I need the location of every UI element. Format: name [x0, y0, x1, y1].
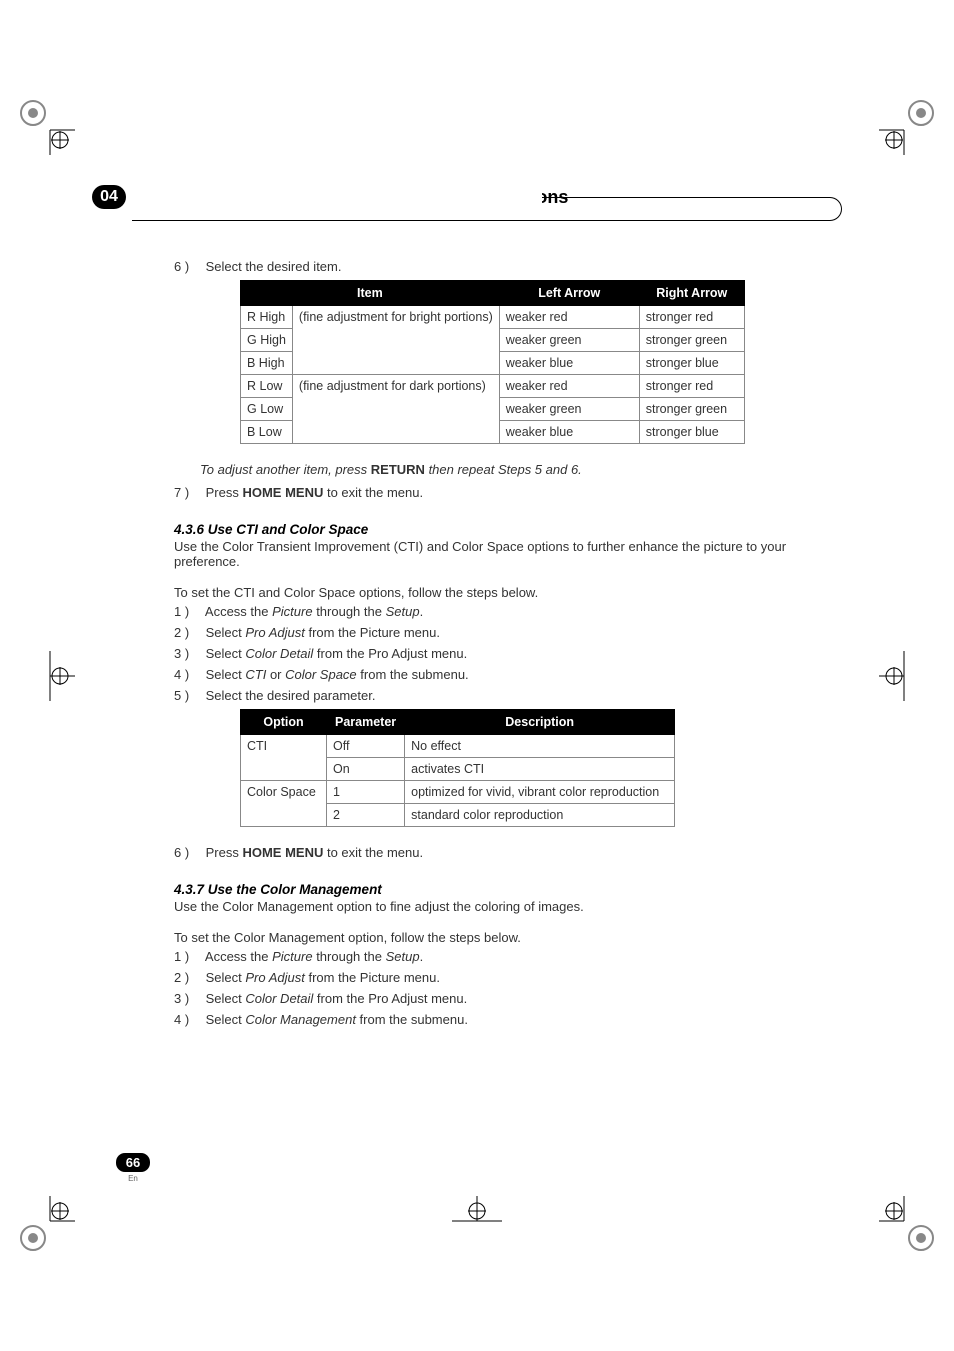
- step-4: 4 ) Select CTI or Color Space from the s…: [174, 667, 842, 682]
- page-content: 04 Additional Picture and Sound Adjustme…: [112, 185, 842, 1033]
- section-lead: To set the CTI and Color Space options, …: [174, 585, 842, 600]
- step-6b: 6 ) Press HOME MENU to exit the menu.: [174, 845, 842, 860]
- crop-mark-icon: [447, 1196, 507, 1256]
- table-row: R Low (fine adjustment for dark portions…: [241, 375, 745, 398]
- step-number: 7 ): [174, 485, 202, 500]
- page-language: En: [112, 1174, 154, 1183]
- rgb-adjustment-table: Item Left Arrow Right Arrow R High (fine…: [240, 280, 745, 444]
- table-row: Color Space 1 optimized for vivid, vibra…: [241, 781, 675, 804]
- step-4: 4 ) Select Color Management from the sub…: [174, 1012, 842, 1027]
- section-heading-437: 4.3.7 Use the Color Management: [174, 882, 842, 897]
- table-header: Parameter: [327, 710, 405, 735]
- section-intro: Use the Color Management option to fine …: [174, 899, 842, 914]
- section-lead: To set the Color Management option, foll…: [174, 930, 842, 945]
- step-1: 1 ) Access the Picture through the Setup…: [174, 949, 842, 964]
- step-5: 5 ) Select the desired parameter.: [174, 688, 842, 703]
- step-3: 3 ) Select Color Detail from the Pro Adj…: [174, 991, 842, 1006]
- table-row: CTI Off No effect: [241, 735, 675, 758]
- chapter-header: 04 Additional Picture and Sound Adjustme…: [112, 185, 842, 209]
- crop-mark-icon: [879, 646, 939, 706]
- step-7: 7 ) Press HOME MENU to exit the menu.: [174, 485, 842, 500]
- section-heading-436: 4.3.6 Use CTI and Color Space: [174, 522, 842, 537]
- step-2: 2 ) Select Pro Adjust from the Picture m…: [174, 970, 842, 985]
- step-text: Select the desired item.: [206, 259, 342, 274]
- step-2: 2 ) Select Pro Adjust from the Picture m…: [174, 625, 842, 640]
- page-footer: 66 En: [112, 1153, 154, 1183]
- step-6: 6 ) Select the desired item.: [174, 259, 842, 274]
- table-header: Right Arrow: [639, 281, 744, 306]
- step-3: 3 ) Select Color Detail from the Pro Adj…: [174, 646, 842, 661]
- cti-colorspace-table: Option Parameter Description CTI Off No …: [240, 709, 675, 827]
- table-header: Item: [241, 281, 500, 306]
- table-header: Option: [241, 710, 327, 735]
- crop-mark-icon: [15, 646, 75, 706]
- crop-mark-icon: [15, 1196, 75, 1256]
- table-row: R High (fine adjustment for bright porti…: [241, 306, 745, 329]
- crop-mark-icon: [879, 1196, 939, 1256]
- section-intro: Use the Color Transient Improvement (CTI…: [174, 539, 842, 569]
- crop-mark-icon: [879, 95, 939, 155]
- step-number: 6 ): [174, 259, 202, 274]
- chapter-number-badge: 04: [92, 185, 126, 209]
- table-header: Left Arrow: [499, 281, 639, 306]
- note-text: To adjust another item, press RETURN the…: [200, 462, 842, 477]
- step-1: 1 ) Access the Picture through the Setup…: [174, 604, 842, 619]
- table-header: Description: [405, 710, 675, 735]
- crop-mark-icon: [15, 95, 75, 155]
- page-number: 66: [116, 1153, 150, 1172]
